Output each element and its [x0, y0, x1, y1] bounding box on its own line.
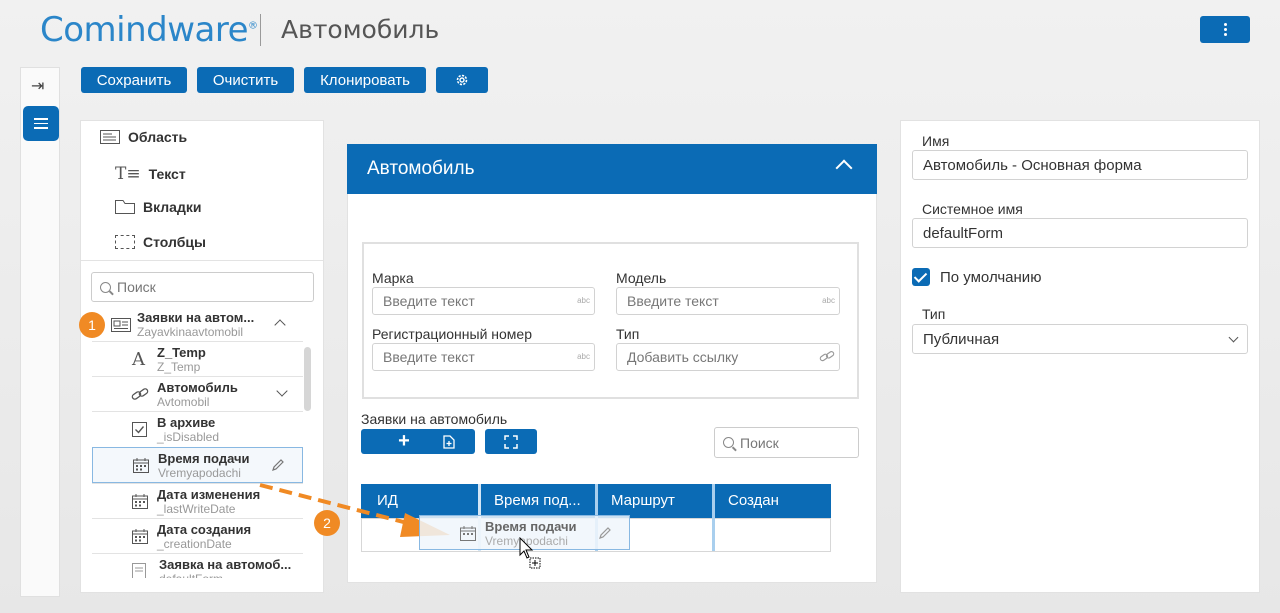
palette-scrollbar[interactable] — [304, 347, 311, 411]
column-time[interactable]: Время под... — [494, 492, 581, 509]
palette-tabs[interactable]: Вкладки — [115, 199, 201, 215]
fullscreen-button[interactable] — [485, 429, 537, 454]
default-label: По умолчанию — [940, 269, 1042, 286]
kebab-icon — [1223, 23, 1227, 26]
expand-chevron-icon[interactable] — [276, 385, 288, 397]
palette-search-input[interactable]: Поиск — [91, 272, 314, 302]
calendar-icon — [132, 529, 148, 544]
field-item[interactable]: В архиве _isDisabled — [92, 411, 303, 446]
table-search-input[interactable]: Поиск — [714, 427, 859, 458]
name-input[interactable]: Автомобиль - Основная форма — [912, 150, 1248, 180]
column-route[interactable]: Маршрут — [611, 492, 675, 509]
model-input[interactable]: Введите текст abc — [616, 287, 840, 315]
column-divider — [712, 518, 715, 551]
chevron-down-icon — [1228, 332, 1239, 343]
abc-icon: abc — [822, 296, 835, 305]
type-link-input[interactable]: Добавить ссылку — [616, 343, 840, 371]
field-item[interactable]: Заявка на автомоб... defaultForm — [92, 553, 303, 578]
text-icon: T≡ — [115, 164, 141, 184]
tabs-icon — [115, 200, 135, 214]
template-icon — [111, 318, 131, 332]
type-select[interactable]: Публичная — [912, 324, 1248, 354]
template-title[interactable]: Заявки на автом... — [137, 310, 254, 325]
calendar-icon — [133, 458, 149, 473]
abc-icon: abc — [577, 352, 590, 361]
template-system-name: Zayavkinaavtomobil — [137, 325, 244, 339]
type-prop-label: Тип — [922, 306, 946, 322]
left-rail — [20, 67, 60, 597]
drag-cursor-icon — [519, 537, 541, 569]
comindware-logo: Comindware® — [40, 10, 258, 50]
column-created[interactable]: Создан — [728, 492, 779, 509]
palette-text[interactable]: T≡ Текст — [115, 164, 186, 184]
expand-icon — [504, 434, 518, 449]
properties-panel — [900, 120, 1260, 593]
hamburger-icon — [34, 118, 48, 120]
search-icon — [723, 437, 734, 448]
document-add-icon — [443, 434, 455, 449]
link-icon — [819, 351, 835, 362]
collapse-panel-icon[interactable]: ⇥ — [31, 76, 44, 96]
system-name-input[interactable]: defaultForm — [912, 218, 1248, 248]
page-title: Автомобиль — [281, 15, 440, 44]
gear-icon — [456, 74, 468, 86]
table-title: Заявки на автомобиль — [361, 411, 508, 427]
default-checkbox[interactable] — [912, 268, 930, 286]
step-badge-1: 1 — [79, 312, 105, 338]
add-document-button[interactable] — [423, 429, 475, 454]
checkbox-icon — [132, 422, 147, 437]
calendar-icon — [460, 526, 476, 541]
brand-input[interactable]: Введите текст abc — [372, 287, 595, 315]
link-icon — [131, 388, 149, 400]
search-icon — [100, 281, 111, 293]
form-icon — [132, 563, 146, 578]
field-item[interactable]: Автомобиль Avtomobil — [92, 376, 303, 411]
palette-area[interactable]: Область — [100, 129, 187, 145]
palette-columns[interactable]: Столбцы — [115, 234, 206, 250]
menu-button[interactable] — [23, 106, 59, 141]
name-label: Имя — [922, 133, 950, 149]
header-divider — [260, 14, 261, 46]
pencil-icon — [599, 527, 611, 539]
step-badge-2: 2 — [314, 510, 340, 536]
system-name-label: Системное имя — [922, 201, 1023, 217]
palette-divider — [81, 260, 323, 261]
text-field-icon: A — [132, 349, 145, 370]
field-item[interactable]: A Z_Temp Z_Temp — [92, 341, 303, 376]
model-label: Модель — [616, 270, 667, 286]
save-button[interactable]: Сохранить — [81, 67, 187, 93]
area-icon — [100, 130, 120, 144]
plus-icon: + — [398, 430, 410, 452]
clone-button[interactable]: Клонировать — [304, 67, 426, 93]
form-header: Автомобиль — [347, 144, 877, 194]
type-label: Тип — [616, 326, 640, 342]
more-menu-button[interactable] — [1200, 16, 1250, 43]
abc-icon: abc — [577, 296, 590, 305]
brand-label: Марка — [372, 270, 414, 286]
columns-icon — [115, 235, 135, 249]
reg-number-label: Регистрационный номер — [372, 326, 532, 342]
form-area — [362, 242, 859, 399]
clear-button[interactable]: Очистить — [197, 67, 294, 93]
settings-button[interactable] — [436, 67, 488, 93]
calendar-icon — [132, 494, 148, 509]
reg-number-input[interactable]: Введите текст abc — [372, 343, 595, 371]
